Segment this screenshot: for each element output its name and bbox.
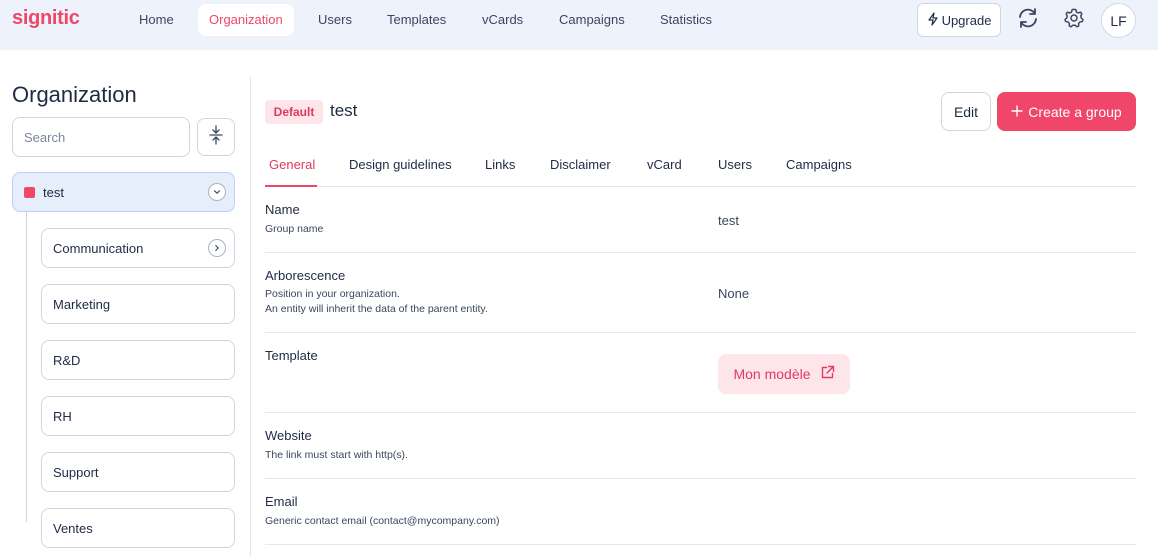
name-field-label: Name [265,202,300,217]
edit-button[interactable]: Edit [941,92,991,131]
create-group-button[interactable]: Create a group [997,92,1136,131]
tree-item-label: R&D [53,352,81,368]
collapse-icon [208,124,224,150]
group-title: test [330,101,358,120]
external-link-icon [820,365,835,383]
arborescence-field-desc-1: Position in your organization. [265,288,400,300]
plus-icon [1011,104,1023,120]
tree-item-support[interactable]: Support [41,452,235,492]
default-badge: Default [265,100,323,124]
name-field-desc: Group name [265,223,324,235]
tab-links[interactable]: Links [485,157,515,172]
tree-item-label: Marketing [53,296,111,312]
tree-item-rh[interactable]: RH [41,396,235,436]
search-input[interactable] [12,117,190,157]
email-field-label: Email [265,494,298,509]
sidebar-title: Organization [12,82,137,107]
tree-item-label: Support [53,464,99,480]
collapse-all-button[interactable] [197,118,235,156]
row-separator [265,544,1136,545]
nav-home[interactable]: Home [128,4,185,36]
template-link-label: Mon modèle [733,366,811,382]
sync-button[interactable] [1014,6,1042,34]
email-field-desc: Generic contact email (contact@mycompany… [265,515,500,527]
website-field-label: Website [265,428,312,443]
sidebar-divider [250,76,251,557]
nav-vcards[interactable]: vCards [471,4,534,36]
tree-root-label: test [43,184,64,200]
tab-vcard[interactable]: vCard [647,157,682,172]
user-avatar[interactable]: LF [1101,3,1136,38]
group-color-swatch [24,186,35,198]
row-separator [265,252,1136,253]
nav-campaigns[interactable]: Campaigns [548,4,636,36]
arborescence-field-value: None [718,286,750,301]
row-separator [265,332,1136,333]
website-field-desc: The link must start with http(s). [265,449,408,461]
tree-root-item[interactable]: test [12,172,235,212]
tree-item-label: RH [53,408,72,424]
tree-item-communication[interactable]: Communication [41,228,235,268]
sync-icon [1016,6,1040,35]
nav-templates[interactable]: Templates [376,4,457,36]
tree-item-label: Communication [53,240,144,256]
upgrade-label: Upgrade [941,12,992,28]
row-separator [265,478,1136,479]
tree-connector-line [26,212,27,522]
tabs-border [265,186,1136,187]
tab-campaigns[interactable]: Campaigns [786,157,852,172]
tree-item-ventes[interactable]: Ventes [41,508,235,548]
tree-item-label: Ventes [53,520,93,536]
settings-button[interactable] [1060,6,1088,34]
tree-item-marketing[interactable]: Marketing [41,284,235,324]
active-tab-indicator [265,185,317,187]
upgrade-button[interactable]: Upgrade [917,3,1001,37]
tab-general[interactable]: General [269,157,315,172]
tab-design-guidelines[interactable]: Design guidelines [349,157,452,172]
row-separator [265,412,1136,413]
tree-item-rnd[interactable]: R&D [41,340,235,380]
tab-users[interactable]: Users [718,157,752,172]
tab-disclaimer[interactable]: Disclaimer [550,157,611,172]
chevron-down-icon[interactable] [208,183,226,201]
nav-statistics[interactable]: Statistics [649,4,723,36]
nav-users[interactable]: Users [307,4,363,36]
nav-organization[interactable]: Organization [198,4,294,36]
template-field-label: Template [265,348,318,363]
lightning-icon [927,11,939,29]
name-field-value: test [718,213,739,228]
arborescence-field-label: Arborescence [265,268,346,283]
template-link-button[interactable]: Mon modèle [718,354,850,394]
brand-logo[interactable]: signitic [12,7,80,30]
arborescence-field-desc-2: An entity will inherit the data of the p… [265,303,488,315]
top-navbar: signitic Home Organization Users Templat… [0,0,1158,50]
create-group-label: Create a group [1028,103,1122,120]
gear-icon [1063,7,1085,34]
chevron-right-icon[interactable] [208,239,226,257]
